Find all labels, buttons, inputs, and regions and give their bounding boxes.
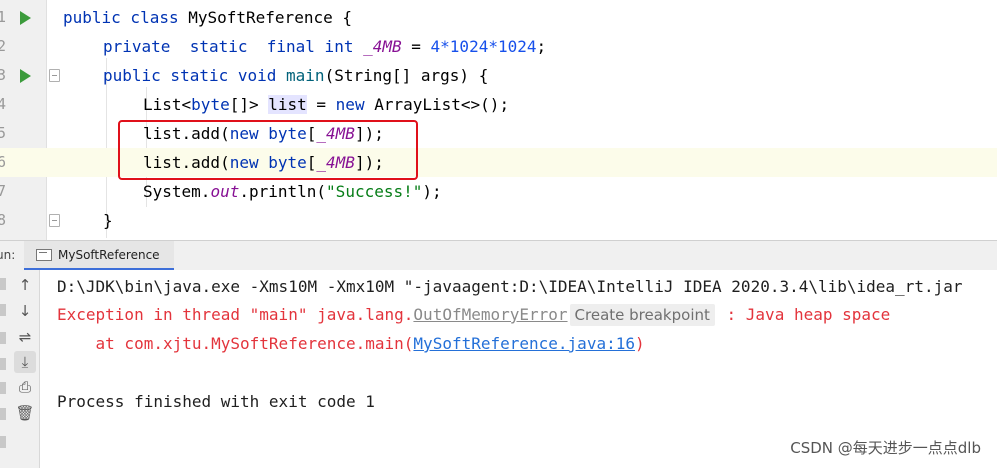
code-token: ;: [536, 37, 547, 56]
code-token: =: [401, 37, 431, 56]
tab-mysoftreference[interactable]: MySoftReference: [24, 241, 174, 270]
code-token: MySoftReference {: [178, 8, 352, 27]
run-label: un:: [0, 248, 16, 262]
line-number: 1: [0, 8, 7, 26]
scroll-to-end-icon[interactable]: ⤓: [14, 351, 36, 373]
line-number: 6: [0, 153, 7, 171]
print-icon[interactable]: ⎙: [14, 376, 36, 398]
rerun-edge-icon[interactable]: [0, 278, 6, 290]
code-line-2[interactable]: 2 private static final int _4MB = 4*1024…: [0, 32, 997, 61]
code-line-7[interactable]: 7 System.out.println("Success!");: [0, 177, 997, 206]
arrow-up-icon[interactable]: ↑: [14, 274, 36, 296]
console-line-exit: Process finished with exit code 1: [57, 392, 375, 411]
line-number: 8: [0, 211, 7, 229]
line-number: 3: [0, 66, 7, 84]
code-text: System.out.println("Success!");: [143, 177, 442, 206]
keyword: new: [335, 95, 365, 114]
run-gutter-icon[interactable]: [20, 69, 31, 83]
variable-highlight: list: [268, 95, 307, 114]
exception-message: : Java heap space: [716, 305, 891, 324]
code-line-4[interactable]: 4 List<byte[]> list = new ArrayList<>();: [0, 90, 997, 119]
pin-edge-icon[interactable]: [0, 408, 6, 420]
code-token: []>: [229, 95, 269, 114]
code-token: (String[] args) {: [324, 66, 489, 85]
console-line-exception: Exception in thread "main" java.lang.Out…: [57, 300, 890, 329]
code-text: private static final int _4MB = 4*1024*1…: [103, 32, 546, 61]
layout-edge-icon[interactable]: [0, 358, 6, 370]
fold-icon[interactable]: [49, 214, 60, 227]
close-edge-icon[interactable]: [0, 436, 6, 448]
arrow-down-icon[interactable]: ↓: [14, 300, 36, 322]
line-number: 4: [0, 95, 7, 113]
code-token: ArrayList<>();: [364, 95, 510, 114]
code-text: public static void main(String[] args) {: [103, 61, 488, 90]
stop-edge-icon[interactable]: [0, 304, 6, 316]
code-text: }: [103, 211, 113, 230]
code-line-3[interactable]: 3 public static void main(String[] args)…: [0, 61, 997, 90]
code-token: =: [306, 95, 336, 114]
run-gutter-icon[interactable]: [20, 11, 31, 25]
code-text: public class MySoftReference {: [63, 3, 352, 32]
run-tool-window-header: un: MySoftReference: [0, 240, 997, 270]
code-token: );: [422, 182, 442, 201]
keyword: public static void: [103, 66, 277, 85]
keyword: public class: [63, 8, 179, 27]
code-line-1[interactable]: 1 public class MySoftReference {: [0, 3, 997, 32]
static-field: out: [210, 182, 240, 201]
code-token: System.: [143, 182, 211, 201]
string-literal: "Success!": [326, 182, 423, 201]
stacktrace-end: ): [634, 334, 645, 353]
console-tab-icon: [36, 248, 52, 261]
create-breakpoint-tooltip[interactable]: Create breakpoint: [569, 304, 715, 326]
code-token: .println(: [239, 182, 327, 201]
keyword: byte: [191, 95, 230, 114]
console-line-command: D:\JDK\bin\java.exe -Xms10M -Xmx10M "-ja…: [57, 277, 963, 296]
tab-label: MySoftReference: [58, 247, 160, 262]
code-editor[interactable]: 1 public class MySoftReference { 2 priva…: [0, 0, 997, 240]
source-location-link[interactable]: MySoftReference.java:16: [413, 334, 635, 353]
soft-wrap-icon[interactable]: ⇌: [14, 326, 36, 348]
stacktrace-text: at com.xjtu.MySoftReference.main(: [57, 334, 414, 353]
number-literal: 4*1024*1024: [430, 37, 537, 56]
code-text: List<byte[]> list = new ArrayList<>();: [143, 90, 509, 119]
line-number: 2: [0, 37, 7, 55]
annotation-highlight-box: [118, 120, 418, 180]
console-line-stacktrace: at com.xjtu.MySoftReference.main(MySoftR…: [57, 329, 645, 358]
ide-window: 1 public class MySoftReference { 2 priva…: [0, 0, 997, 468]
restore-edge-icon[interactable]: [0, 332, 6, 344]
line-number: 7: [0, 182, 7, 200]
exception-text: Exception in thread "main" java.lang.: [57, 305, 414, 324]
line-number: 5: [0, 124, 7, 142]
method-name: main: [286, 66, 325, 85]
code-token: List<: [143, 95, 192, 114]
fold-icon[interactable]: [49, 69, 60, 82]
constant: _4MB: [363, 37, 402, 56]
exception-class-link[interactable]: OutOfMemoryError: [413, 305, 567, 324]
settings-edge-icon[interactable]: [0, 382, 6, 394]
code-line-8[interactable]: 8 }: [0, 206, 997, 235]
console-output[interactable]: D:\JDK\bin\java.exe -Xms10M -Xmx10M "-ja…: [41, 270, 997, 468]
keyword: private static final int: [103, 37, 354, 56]
watermark: CSDN @每天进步一点点dlb: [790, 439, 981, 457]
run-side-toolbar: ↑ ↓ ⇌ ⤓ ⎙ 🗑: [0, 270, 40, 468]
trash-icon[interactable]: 🗑: [14, 402, 36, 424]
